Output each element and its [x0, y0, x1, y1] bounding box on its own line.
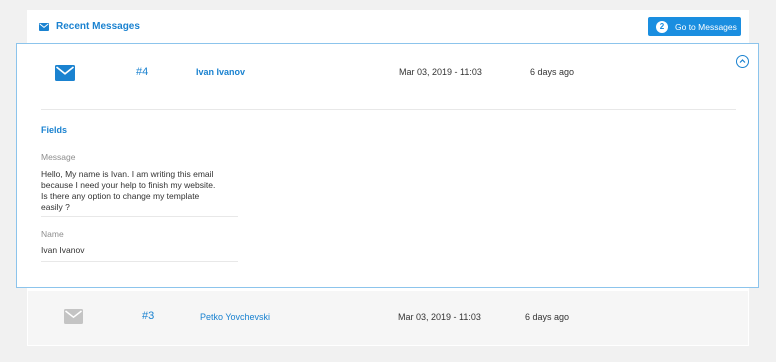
message-line: Is there any option to change my templat… — [41, 191, 200, 201]
field-divider — [41, 216, 238, 217]
message-age: 6 days ago — [525, 312, 570, 322]
go-to-messages-button[interactable]: 2 Go to Messages — [648, 17, 741, 36]
field-value-message: Hello, My name is Ivan. I am writing thi… — [41, 169, 215, 213]
envelope-icon — [39, 23, 49, 31]
panel-header: Recent Messages 2 Go to Messages — [27, 10, 749, 44]
message-id: #3 — [142, 310, 155, 322]
message-sender-link[interactable]: Petko Yovchevski — [200, 312, 270, 322]
name-line: Ivan Ivanov — [41, 245, 85, 255]
field-value-name: Ivan Ivanov — [41, 245, 84, 256]
envelope-icon — [64, 309, 83, 324]
field-divider — [41, 261, 238, 262]
message-sender-link[interactable]: Ivan Ivanov — [196, 67, 245, 77]
message-id: #4 — [136, 66, 149, 78]
unread-count-badge: 2 — [656, 20, 668, 33]
row-divider — [41, 109, 736, 110]
field-label-message: Message — [41, 152, 76, 162]
panel-title: Recent Messages — [56, 21, 140, 32]
field-label-name: Name — [41, 229, 64, 239]
envelope-icon — [55, 65, 75, 81]
chevron-up-icon — [739, 59, 746, 63]
fields-title: Fields — [41, 125, 68, 135]
message-date: Mar 03, 2019 - 11:03 — [398, 312, 481, 322]
message-line: easily ? — [41, 202, 70, 212]
message-row[interactable]: #3 Petko Yovchevski Mar 03, 2019 - 11:03… — [28, 291, 748, 345]
message-line: Hello, My name is Ivan. I am writing thi… — [41, 169, 214, 179]
message-row-expanded[interactable]: #4 Ivan Ivanov Mar 03, 2019 - 11:03 6 da… — [16, 43, 759, 288]
collapse-button[interactable] — [736, 55, 749, 68]
message-line: because I need your help to finish my we… — [41, 180, 216, 190]
go-to-messages-label: Go to Messages — [675, 21, 737, 32]
message-age: 6 days ago — [530, 67, 575, 77]
message-date: Mar 03, 2019 - 11:03 — [399, 67, 482, 77]
